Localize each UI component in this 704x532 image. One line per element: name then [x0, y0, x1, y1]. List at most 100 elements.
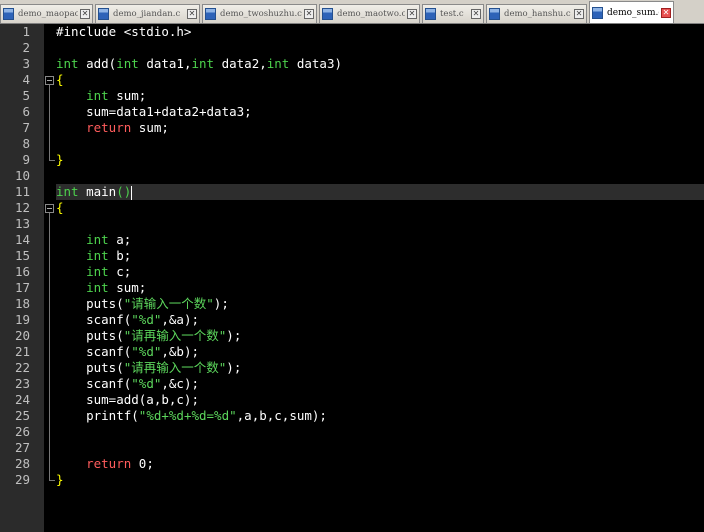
close-tab-icon[interactable]: ✕: [304, 9, 314, 19]
line-number: 13: [14, 216, 30, 231]
tab-demo-maopao-c[interactable]: demo_maopao.c✕: [0, 4, 93, 23]
code-line[interactable]: int sum;: [56, 280, 146, 296]
close-tab-icon[interactable]: ✕: [661, 7, 671, 18]
code-token: "%d": [131, 344, 162, 359]
code-token: );: [226, 360, 242, 375]
code-line[interactable]: {: [56, 72, 64, 88]
line-number: 29: [14, 472, 30, 487]
code-line[interactable]: printf("%d+%d+%d=%d",a,b,c,sum);: [56, 408, 327, 424]
code-line[interactable]: sum=add(a,b,c);: [56, 392, 199, 408]
file-icon: [425, 8, 436, 20]
code-line[interactable]: int add(int data1,int data2,int data3): [56, 56, 342, 72]
line-number: 17: [14, 280, 30, 295]
line-number: 12: [14, 200, 30, 215]
tab-demo-twoshuzhu-c[interactable]: demo_twoshuzhu.c ✕: [202, 4, 317, 23]
line-number: 1: [22, 24, 30, 39]
line-number: 7: [22, 120, 30, 135]
code-token: return: [86, 456, 132, 471]
code-token: int: [86, 264, 109, 279]
code-token: add(: [78, 56, 117, 71]
code-token: "%d": [131, 312, 162, 327]
current-line-highlight: [56, 184, 704, 200]
code-line[interactable]: int a;: [56, 232, 131, 248]
code-token: data1,: [138, 56, 192, 71]
line-number: 9: [22, 152, 30, 167]
file-icon: [3, 8, 14, 20]
close-tab-icon[interactable]: ✕: [80, 9, 90, 19]
code-token: int: [86, 232, 109, 247]
code-line[interactable]: puts("请再输入一个数");: [56, 360, 241, 376]
close-tab-icon[interactable]: ✕: [407, 9, 417, 19]
code-line[interactable]: puts("请输入一个数");: [56, 296, 229, 312]
tab-label: demo_hanshu.c: [504, 9, 571, 19]
code-token: sum;: [108, 88, 147, 103]
tab-demo-hanshu-c[interactable]: demo_hanshu.c ✕: [486, 4, 587, 23]
line-number: 23: [14, 376, 30, 391]
close-tab-icon[interactable]: ✕: [471, 9, 481, 19]
code-token: sum=data1+data2+data3;: [56, 104, 252, 119]
code-token: scanf(: [56, 312, 132, 327]
code-token: ,a,b,c,sum);: [236, 408, 327, 423]
code-token: }: [56, 472, 64, 487]
code-token: int: [266, 56, 290, 71]
code-token: int: [86, 88, 109, 103]
code-token: int: [191, 56, 215, 71]
fold-toggle-icon[interactable]: [45, 76, 54, 85]
fold-toggle-icon[interactable]: [45, 204, 54, 213]
tab-demo-sum-c[interactable]: demo_sum.c ✕: [589, 1, 674, 23]
code-line[interactable]: }: [56, 152, 64, 168]
code-line[interactable]: return sum;: [56, 120, 169, 136]
code-token: int: [56, 184, 79, 199]
line-number: 22: [14, 360, 30, 375]
close-tab-icon[interactable]: ✕: [574, 9, 584, 19]
code-line[interactable]: scanf("%d",&c);: [56, 376, 199, 392]
code-token: sum=add(a,b,c);: [56, 392, 199, 407]
code-line[interactable]: puts("请再输入一个数");: [56, 328, 241, 344]
tab-demo-jiandan-c[interactable]: demo_jiandan.c ✕: [95, 4, 200, 23]
close-tab-icon[interactable]: ✕: [187, 9, 197, 19]
code-token: c;: [108, 264, 132, 279]
code-token: return: [86, 120, 132, 135]
code-line[interactable]: int c;: [56, 264, 131, 280]
tab-label: demo_sum.c: [607, 7, 659, 18]
line-number: 8: [22, 136, 30, 151]
code-token: "请输入一个数": [123, 296, 214, 311]
code-token: data3): [289, 56, 343, 71]
tab-test-c[interactable]: test.c ✕: [422, 4, 484, 23]
code-line[interactable]: {: [56, 200, 64, 216]
code-line[interactable]: int main(): [56, 184, 133, 200]
code-line[interactable]: #include <stdio.h>: [56, 24, 191, 40]
line-number: 25: [14, 408, 30, 423]
code-token: ,&c);: [161, 376, 200, 391]
code-line[interactable]: int b;: [56, 248, 131, 264]
line-number: 28: [14, 456, 30, 471]
tab-demo-maotwo-c[interactable]: demo_maotwo.c ✕: [319, 4, 420, 23]
code-line[interactable]: scanf("%d",&a);: [56, 312, 199, 328]
code-token: #include <stdio.h>: [56, 24, 192, 39]
line-number: 2: [22, 40, 30, 55]
code-token: puts(: [56, 328, 124, 343]
code-token: a;: [108, 232, 132, 247]
code-token: sum;: [131, 120, 169, 135]
code-line[interactable]: int sum;: [56, 88, 146, 104]
code-token: ,&a);: [161, 312, 200, 327]
code-token: int: [86, 248, 109, 263]
line-number: 26: [14, 424, 30, 439]
code-line[interactable]: }: [56, 472, 64, 488]
tab-bar: demo_maopao.c✕demo_jiandan.c✕demo_twoshu…: [0, 0, 704, 24]
code-line[interactable]: scanf("%d",&b);: [56, 344, 199, 360]
code-line[interactable]: sum=data1+data2+data3;: [56, 104, 252, 120]
code-token: puts(: [56, 296, 124, 311]
code-line[interactable]: return 0;: [56, 456, 154, 472]
code-token: "%d+%d+%d=%d": [138, 408, 237, 423]
code-token: (): [116, 184, 132, 199]
line-number: 27: [14, 440, 30, 455]
fold-margin: [44, 24, 56, 532]
line-number: 6: [22, 104, 30, 119]
